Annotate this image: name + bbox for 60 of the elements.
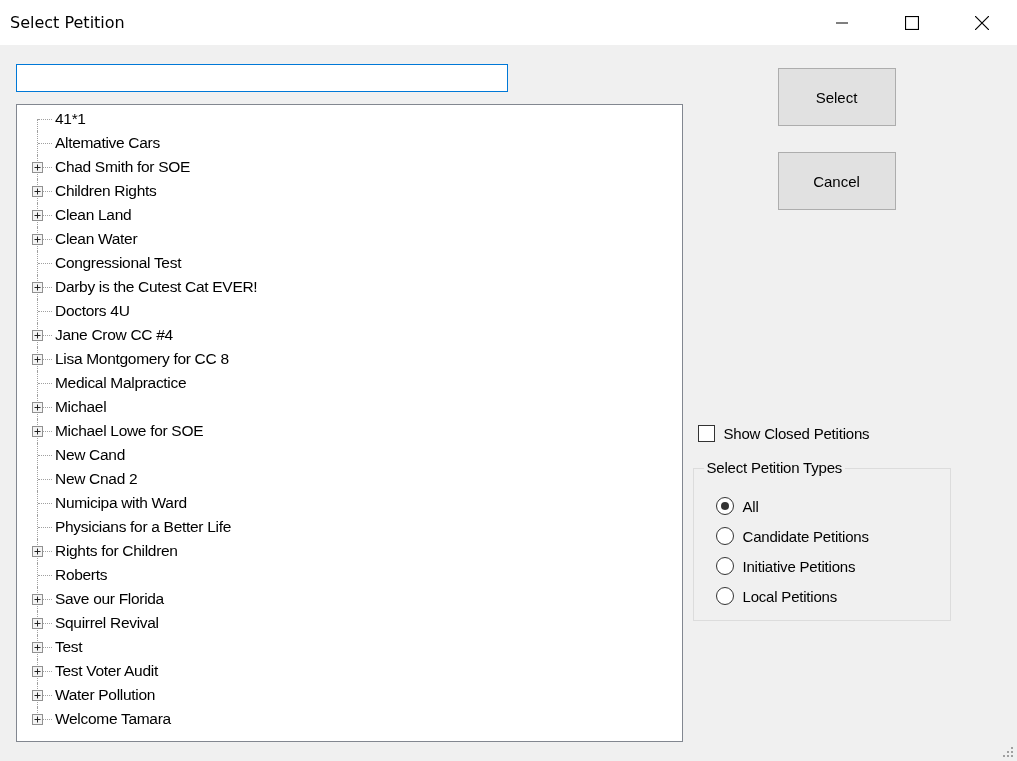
maximize-icon[interactable] <box>905 15 919 30</box>
group-title: Select Petition Types <box>703 459 846 476</box>
tree-item[interactable]: Test Voter Audit <box>55 662 158 680</box>
close-icon[interactable] <box>975 15 989 30</box>
tree-item[interactable]: Clean Land <box>55 206 132 224</box>
tree-item[interactable]: New Cnad 2 <box>55 470 138 488</box>
cancel-button[interactable]: Cancel <box>777 152 896 210</box>
tree-item[interactable]: Altemative Cars <box>55 134 160 152</box>
tree-item[interactable]: Water Pollution <box>55 686 156 704</box>
tree-item[interactable]: Doctors 4U <box>55 302 130 320</box>
expand-icon[interactable] <box>32 426 43 437</box>
search-field[interactable] <box>16 64 508 92</box>
tree-item[interactable]: Clean Water <box>55 230 138 248</box>
checkbox-label: Show Closed Petitions <box>723 425 870 442</box>
window-title: Select Petition <box>10 13 125 32</box>
radio-label: Initiative Petitions <box>742 557 856 575</box>
radio-label: All <box>742 497 759 515</box>
tree-item[interactable]: Medical Malpractice <box>55 374 187 392</box>
expand-icon[interactable] <box>32 210 43 221</box>
radio-button[interactable] <box>715 587 734 605</box>
tree-item[interactable]: Rights for Children <box>55 542 178 560</box>
tree-item[interactable]: Test <box>55 638 83 656</box>
tree-item[interactable]: Squirrel Revival <box>55 614 159 632</box>
radio-button[interactable] <box>715 557 734 575</box>
expand-icon[interactable] <box>32 690 43 701</box>
tree-item[interactable]: Jane Crow CC #4 <box>55 326 173 344</box>
expand-icon[interactable] <box>32 234 43 245</box>
tree-item[interactable]: Children Rights <box>55 182 157 200</box>
resize-grip-icon[interactable] <box>1003 747 1013 757</box>
tree-item[interactable]: Michael <box>55 398 107 416</box>
tree-item[interactable]: Darby is the Cutest Cat EVER! <box>55 278 258 296</box>
radio-button[interactable] <box>715 527 734 545</box>
tree-item[interactable]: Physicians for a Better Life <box>55 518 231 536</box>
expand-icon[interactable] <box>32 162 43 173</box>
radio-label: Local Petitions <box>742 587 838 605</box>
expand-icon[interactable] <box>32 330 43 341</box>
tree-item[interactable]: Numicipa with Ward <box>55 494 187 512</box>
tree-item[interactable]: New Cand <box>55 446 125 464</box>
expand-icon[interactable] <box>32 642 43 653</box>
tree-item[interactable]: Chad Smith for SOE <box>55 158 191 176</box>
radio-label: Candidate Petitions <box>742 527 869 545</box>
expand-icon[interactable] <box>32 618 43 629</box>
tree-item[interactable]: Lisa Montgomery for CC 8 <box>55 350 229 368</box>
expand-icon[interactable] <box>32 594 43 605</box>
expand-icon[interactable] <box>32 282 43 293</box>
select-button[interactable]: Select <box>777 68 896 126</box>
tree-item[interactable]: Congressional Test <box>55 254 182 272</box>
tree-item[interactable]: 41*1 <box>55 110 86 128</box>
expand-icon[interactable] <box>32 402 43 413</box>
tree-item[interactable]: Michael Lowe for SOE <box>55 422 204 440</box>
tree-item[interactable]: Save our Florida <box>55 590 164 608</box>
tree-item[interactable]: Welcome Tamara <box>55 710 171 728</box>
expand-icon[interactable] <box>32 714 43 725</box>
expand-icon[interactable] <box>32 546 43 557</box>
expand-icon[interactable] <box>32 666 43 677</box>
expand-icon[interactable] <box>32 186 43 197</box>
radio-button[interactable] <box>715 497 734 515</box>
checkbox[interactable] <box>697 425 715 442</box>
expand-icon[interactable] <box>32 354 43 365</box>
tree-item[interactable]: Roberts <box>55 566 108 584</box>
